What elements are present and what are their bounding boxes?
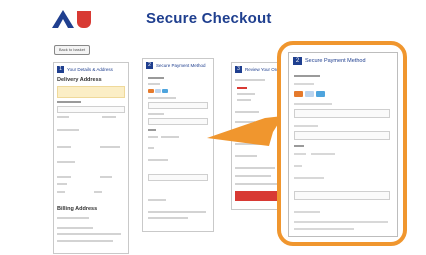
text-line <box>294 211 320 213</box>
text-line <box>148 113 164 115</box>
text-line <box>57 176 71 178</box>
card-number-field[interactable] <box>294 109 390 118</box>
text-line <box>57 183 67 185</box>
card-logos <box>148 89 168 93</box>
text-line <box>148 77 164 79</box>
step-label: Secure Payment Method <box>156 63 206 68</box>
text-line <box>235 111 259 113</box>
card-mastercard-icon <box>148 89 154 93</box>
text-line <box>294 125 318 127</box>
text-line <box>311 153 335 155</box>
text-line <box>294 103 332 105</box>
step-details-column: 1 Your Details & Address Delivery Addres… <box>53 62 129 254</box>
zoom-callout: 2 Secure Payment Method <box>277 41 407 246</box>
card-visa-icon <box>155 89 161 93</box>
zoomed-payment-panel: 2 Secure Payment Method <box>288 52 398 237</box>
card-amex-icon <box>316 91 325 97</box>
text-line <box>57 191 65 193</box>
text-line <box>148 83 160 85</box>
section-title: Delivery Address <box>57 77 102 83</box>
card-amex-icon <box>162 89 168 93</box>
step-number: 2 <box>146 62 153 69</box>
text-line <box>57 146 71 148</box>
text-line <box>294 165 302 167</box>
text-line <box>148 217 188 219</box>
text-line <box>294 145 304 147</box>
text-line <box>57 233 121 235</box>
text-line <box>235 167 275 169</box>
text-line <box>294 221 388 223</box>
billing-title: Billing Address <box>57 206 98 212</box>
text-line <box>57 217 89 219</box>
text-line <box>148 199 166 201</box>
card-visa-icon <box>305 91 314 97</box>
promo-field[interactable] <box>294 191 390 200</box>
card-number-field[interactable] <box>148 102 208 109</box>
text-line <box>57 161 75 163</box>
text-line <box>148 147 154 149</box>
text-line <box>161 136 179 138</box>
text-line <box>148 136 158 138</box>
promo-field[interactable] <box>148 174 208 181</box>
notice-box <box>57 86 125 98</box>
text-line <box>102 116 116 118</box>
text-line <box>148 129 156 131</box>
back-to-basket-button[interactable]: Back to basket <box>54 45 90 55</box>
zoom-arrow-icon <box>207 116 283 146</box>
step-number: 1 <box>57 66 64 73</box>
text-line <box>57 240 113 242</box>
logo-u-icon <box>77 11 91 28</box>
name-field[interactable] <box>294 131 390 140</box>
text-line <box>294 177 324 179</box>
form-field[interactable] <box>57 106 125 113</box>
name-field[interactable] <box>148 118 208 125</box>
text-line <box>294 228 354 230</box>
text-line <box>148 211 206 213</box>
text-line <box>235 183 279 185</box>
card-logos <box>294 91 325 97</box>
text-line <box>57 129 79 131</box>
text-line <box>294 75 320 77</box>
card-mastercard-icon <box>294 91 303 97</box>
text-line <box>237 93 255 95</box>
logo-a-icon <box>52 10 74 28</box>
text-line <box>148 97 176 99</box>
text-line <box>148 159 168 161</box>
step-number: 2 <box>293 57 302 65</box>
text-line <box>235 79 265 81</box>
text-line <box>294 83 314 85</box>
text-line <box>100 146 120 148</box>
text-line <box>237 99 251 101</box>
text-line <box>57 227 93 229</box>
text-line <box>237 87 247 89</box>
step-number: 3 <box>235 66 242 73</box>
text-line <box>94 191 102 193</box>
step-label: Your Details & Address <box>67 67 113 72</box>
page-title: Secure Checkout <box>146 10 272 27</box>
step-payment-column: 2 Secure Payment Method <box>142 58 214 232</box>
step-label: Secure Payment Method <box>305 58 366 64</box>
text-line <box>235 175 271 177</box>
place-order-button[interactable] <box>235 191 281 201</box>
text-line <box>57 116 69 118</box>
text-line <box>100 176 112 178</box>
text-line <box>294 153 306 155</box>
text-line <box>57 101 81 103</box>
